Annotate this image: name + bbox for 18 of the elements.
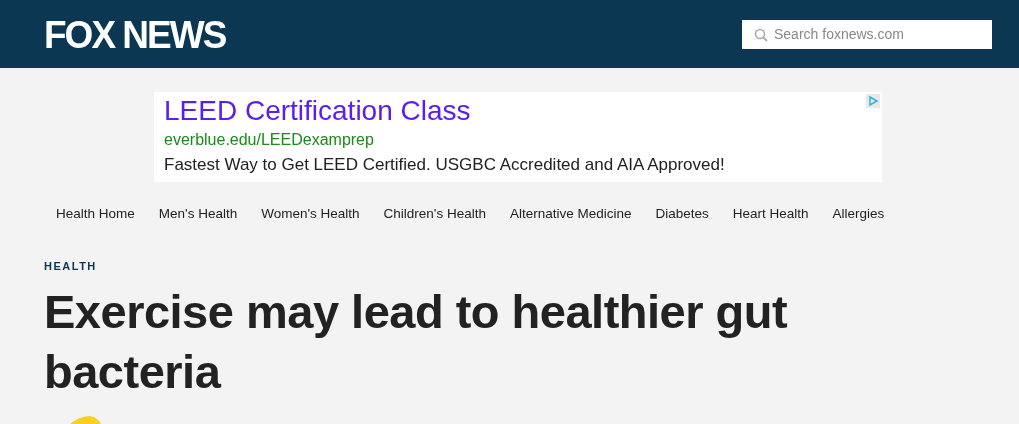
ad-choices-icon[interactable] <box>866 94 880 108</box>
logo[interactable]: FOX NEWS <box>44 14 226 54</box>
search-field[interactable]: Search foxnews.com <box>742 19 992 49</box>
ad-banner[interactable]: LEED Certification Class everblue.edu/LEEDexamprep Fastest Way to Get LEED Certified. USGBC Accredited and AIA Approved! <box>154 92 882 182</box>
ad-text: Fastest Way to Get LEED Certified. USGBC Accredited and AIA Approved! <box>164 154 726 176</box>
search-icon <box>754 27 768 42</box>
nav-link[interactable]: Alternative Medicine <box>509 206 632 221</box>
nav-link[interactable]: Women's Health <box>261 206 360 221</box>
nav-link[interactable]: Diabetes <box>655 206 709 221</box>
nav-link[interactable]: Heart Health <box>732 206 809 221</box>
nav-link[interactable]: Health Home <box>56 206 135 221</box>
nav-link[interactable]: Allergies <box>832 206 885 221</box>
ad-url: everblue.edu/LEEDexamprep <box>164 130 375 150</box>
nav-link[interactable]: Children's Health <box>383 206 486 221</box>
nav-link[interactable]: Men's Health <box>158 206 238 221</box>
headline: Exercise may lead to healthier gut bacteria <box>44 284 789 400</box>
category-label[interactable]: HEALTH <box>44 260 97 272</box>
ad-title[interactable]: LEED Certification Class <box>164 94 471 128</box>
